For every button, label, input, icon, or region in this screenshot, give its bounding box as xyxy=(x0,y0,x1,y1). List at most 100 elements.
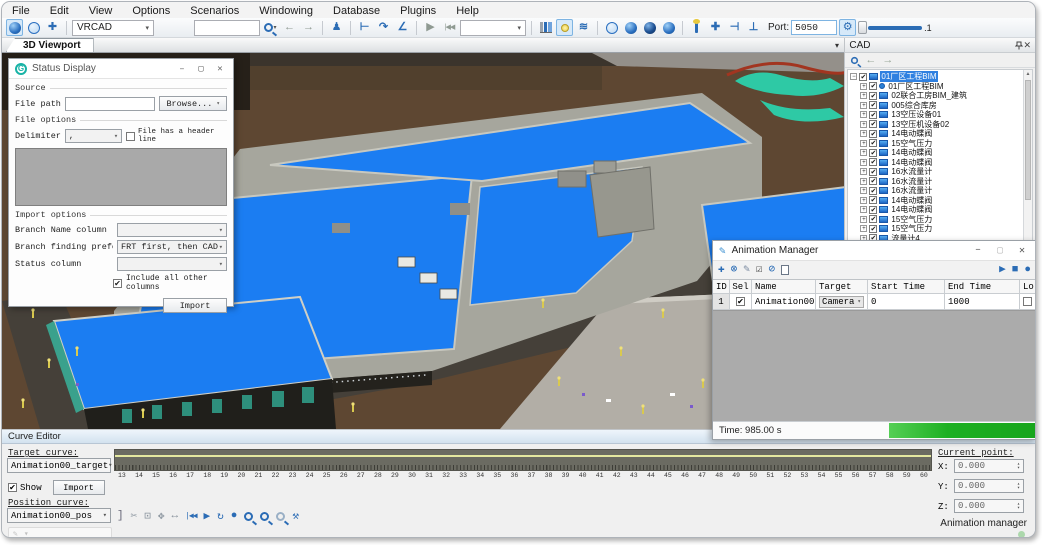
record-icon[interactable]: ● xyxy=(231,510,238,522)
column-header[interactable]: Lo xyxy=(1020,280,1036,293)
tree-checkbox[interactable]: ✔ xyxy=(869,196,877,204)
search-icon[interactable] xyxy=(851,56,858,63)
target-combo[interactable]: Camera▾ xyxy=(819,296,864,308)
project-combo[interactable]: VRCAD▾ xyxy=(72,20,154,36)
tree-checkbox[interactable]: ✔ xyxy=(869,225,877,233)
tree-checkbox[interactable]: ✔ xyxy=(869,92,877,100)
menu-file[interactable]: File xyxy=(12,5,30,17)
expander-icon[interactable]: − xyxy=(850,73,857,80)
timeline-ruler[interactable]: 1314151617181920212223242526272829303132… xyxy=(114,472,932,484)
tree-item[interactable]: +✔14电动蝶阀 xyxy=(860,196,1032,206)
clipboard-icon[interactable] xyxy=(781,265,789,275)
anim-title-bar[interactable]: ✎ Animation Manager – ▢ ✕ xyxy=(713,241,1036,261)
rewind-icon[interactable]: |◀◀ xyxy=(185,511,196,521)
column-header[interactable]: ID xyxy=(713,280,730,293)
expander-icon[interactable]: + xyxy=(860,197,867,204)
tree-checkbox[interactable]: ✔ xyxy=(869,187,877,195)
play-button[interactable]: ▶ xyxy=(422,19,439,36)
row-sel-checkbox[interactable]: ✔ xyxy=(736,297,745,306)
expander-icon[interactable]: + xyxy=(860,83,867,90)
play-animation-button[interactable]: ▶ xyxy=(999,265,1006,276)
search-button[interactable]: ▾ xyxy=(262,19,279,36)
tree-item[interactable]: +✔14电动蝶阀 xyxy=(860,129,1032,139)
speed-slider[interactable] xyxy=(858,21,922,34)
target-button[interactable]: ✚ xyxy=(44,19,61,36)
loop-icon[interactable]: ↻ xyxy=(217,509,224,523)
tree-checkbox[interactable]: ✔ xyxy=(869,82,877,90)
browse-button[interactable]: Browse...▾ xyxy=(159,96,227,111)
port-input[interactable]: 5050 xyxy=(791,20,837,35)
tree-checkbox[interactable]: ✔ xyxy=(869,101,877,109)
file-path-input[interactable] xyxy=(65,97,156,111)
expander-icon[interactable]: + xyxy=(860,92,867,99)
textured-globe-button[interactable] xyxy=(660,19,677,36)
tree-checkbox[interactable]: ✔ xyxy=(869,120,877,128)
nav-forward-button[interactable]: → xyxy=(300,19,317,36)
import-button[interactable]: Import xyxy=(163,298,227,313)
z-spinner[interactable]: 0.000▴▾ xyxy=(954,499,1024,513)
column-header[interactable]: Name xyxy=(752,280,816,293)
clip-bottom-button[interactable]: ⊥ xyxy=(745,19,762,36)
dark-globe-button[interactable] xyxy=(641,19,658,36)
cell-start-time[interactable]: 0 xyxy=(868,294,945,309)
arrow-left-icon[interactable]: ← xyxy=(865,54,876,66)
waves-button[interactable]: ≋ xyxy=(575,19,592,36)
tree-item[interactable]: +✔02联合工房BIM_建筑 xyxy=(860,91,1032,101)
minimize-button[interactable]: – xyxy=(970,245,986,256)
expander-icon[interactable]: + xyxy=(860,102,867,109)
close-icon[interactable]: ✕ xyxy=(1023,40,1031,51)
show-checkbox[interactable]: ✔ xyxy=(8,483,17,492)
tree-item[interactable]: +✔005综合库房 xyxy=(860,101,1032,111)
scroll-up-icon[interactable]: ▲ xyxy=(1024,70,1032,77)
pin-icon[interactable] xyxy=(1015,41,1023,50)
expander-icon[interactable]: + xyxy=(860,159,867,166)
tree-checkbox[interactable]: ✔ xyxy=(869,111,877,119)
x-spinner[interactable]: 0.000▴▾ xyxy=(954,459,1024,473)
tab-3d-viewport[interactable]: 3D Viewport xyxy=(6,38,94,52)
status-column-combo[interactable]: ▾ xyxy=(117,257,227,271)
zoom-fit-icon[interactable] xyxy=(260,512,269,521)
light-toggle-button[interactable] xyxy=(556,19,573,36)
expander-icon[interactable]: + xyxy=(860,140,867,147)
tree-checkbox[interactable]: ✔ xyxy=(859,73,867,81)
close-button[interactable]: ✕ xyxy=(213,64,227,74)
zoom-in-icon[interactable] xyxy=(244,512,253,521)
expander-icon[interactable]: + xyxy=(860,216,867,223)
add-animation-button[interactable]: ✚ xyxy=(718,265,725,276)
tab-list-dropdown[interactable]: ▾ xyxy=(835,41,839,50)
menu-database[interactable]: Database xyxy=(333,5,380,17)
tree-item[interactable]: +✔15空气压力 xyxy=(860,215,1032,225)
globe-button-1[interactable] xyxy=(6,19,23,36)
tree-item[interactable]: +✔16水流量计 xyxy=(860,186,1032,196)
horizontal-scale-icon[interactable]: ↔ xyxy=(171,510,178,522)
y-spinner[interactable]: 0.000▴▾ xyxy=(954,479,1024,493)
dialog-title-bar[interactable]: G Status Display – ▢ ✕ xyxy=(9,59,233,79)
tree-checkbox[interactable]: ✔ xyxy=(869,215,877,223)
cross-section-button[interactable]: ✚ xyxy=(707,19,724,36)
delimiter-combo[interactable]: ,▾ xyxy=(65,129,122,143)
shaded-globe-button[interactable] xyxy=(622,19,639,36)
tree-checkbox[interactable]: ✔ xyxy=(869,139,877,147)
column-header[interactable]: Target xyxy=(816,280,868,293)
menu-options[interactable]: Options xyxy=(132,5,170,17)
select-all-button[interactable]: ☑ xyxy=(756,265,763,276)
tree-checkbox[interactable]: ✔ xyxy=(869,130,877,138)
menu-windowing[interactable]: Windowing xyxy=(259,5,313,17)
header-line-checkbox[interactable] xyxy=(126,132,135,141)
tree-item[interactable]: +✔14电动蝶阀 xyxy=(860,205,1032,215)
curve-timeline-band[interactable] xyxy=(114,449,932,471)
column-header[interactable]: Sel xyxy=(730,280,752,293)
wireframe-globe-button[interactable] xyxy=(603,19,620,36)
avatar-button[interactable]: ♟ xyxy=(328,19,345,36)
expander-icon[interactable]: + xyxy=(860,187,867,194)
angle-tool-button[interactable]: ∠ xyxy=(394,19,411,36)
tree-checkbox[interactable]: ✔ xyxy=(869,206,877,214)
lamp-button[interactable] xyxy=(688,19,705,36)
expander-icon[interactable]: + xyxy=(860,206,867,213)
menu-scenarios[interactable]: Scenarios xyxy=(190,5,239,17)
nav-back-button[interactable]: ← xyxy=(281,19,298,36)
column-header[interactable]: End Time xyxy=(945,280,1020,293)
menu-edit[interactable]: Edit xyxy=(50,5,69,17)
tree-item[interactable]: +✔14电动蝶阀 xyxy=(860,148,1032,158)
search-input[interactable] xyxy=(194,20,260,36)
